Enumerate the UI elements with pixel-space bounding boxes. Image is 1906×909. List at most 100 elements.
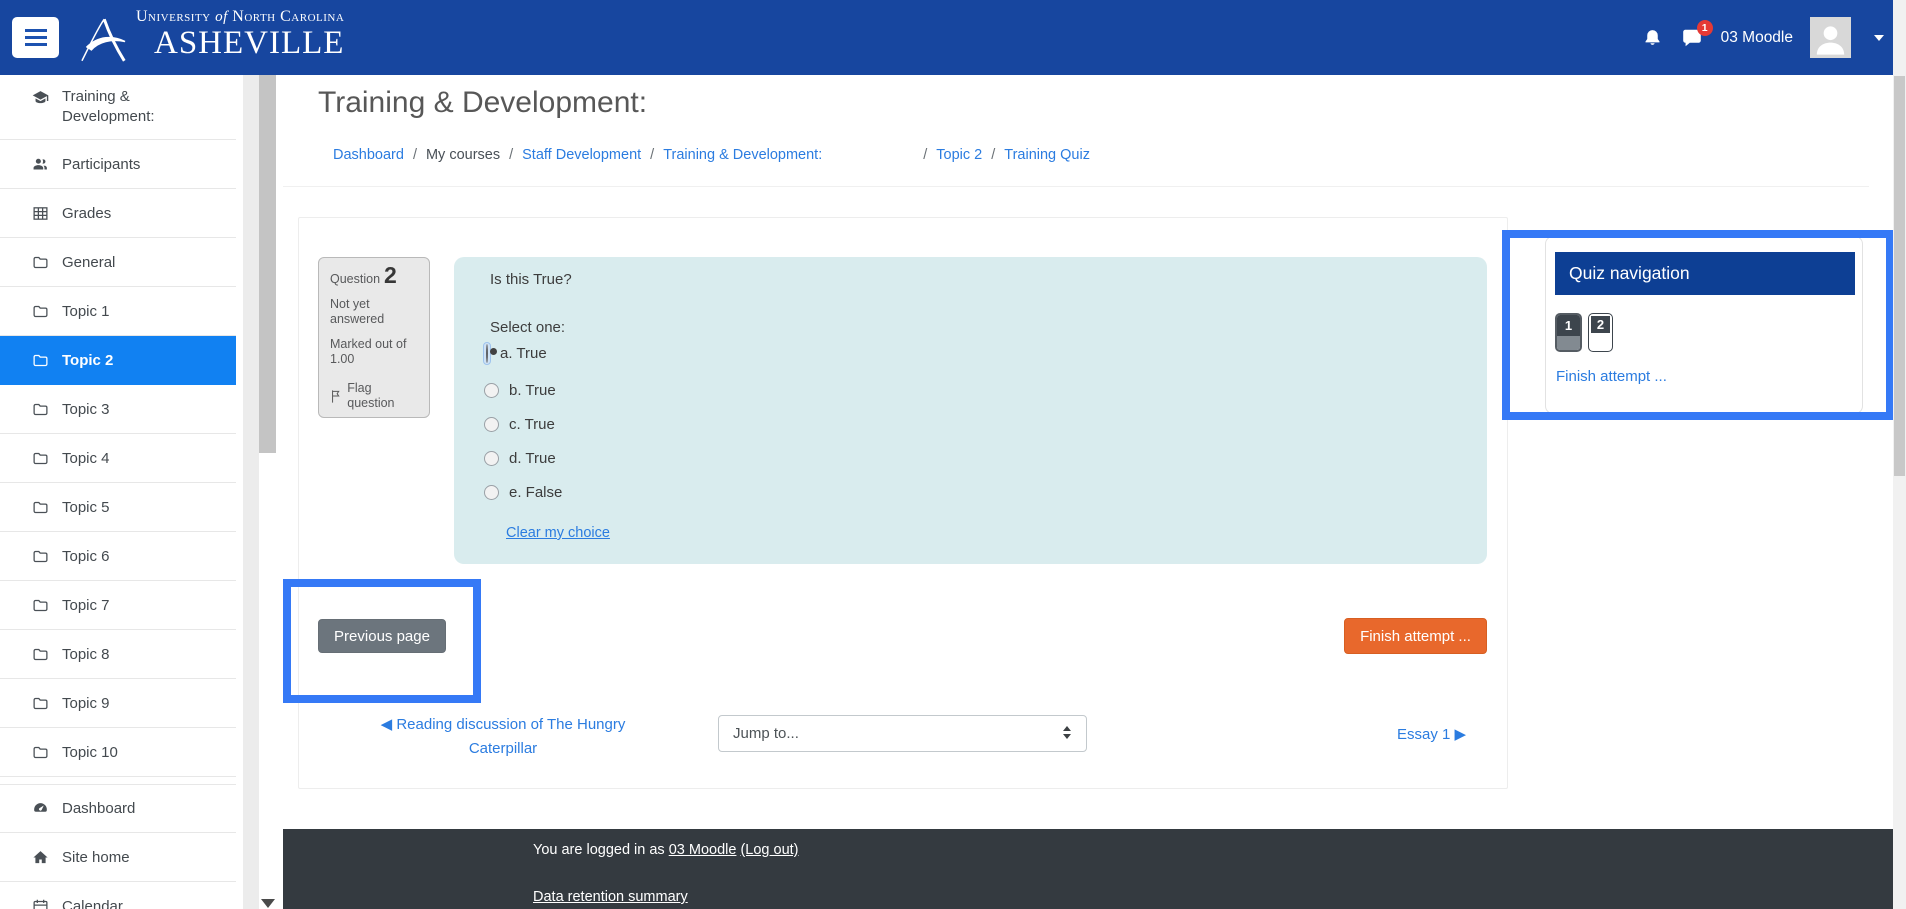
question-info-box: Question 2 Not yet answered Marked out of… — [318, 257, 430, 418]
logout-link[interactable]: (Log out) — [740, 842, 798, 858]
page-scrollbar-thumb[interactable] — [1894, 76, 1905, 476]
sidebar-item-site-home[interactable]: Site home — [0, 833, 236, 882]
select-one-prompt: Select one: — [490, 319, 565, 336]
sidebar-scrollbar-thumb[interactable] — [259, 75, 276, 453]
quiz-nav-question-2-button[interactable]: 2 — [1588, 313, 1613, 352]
question-formulation: Is this True? Select one: a. True b. Tru… — [454, 257, 1487, 564]
radio-checked-icon[interactable] — [486, 344, 488, 363]
sidebar-item-topic-2[interactable]: Topic 2 — [0, 336, 236, 385]
breadcrumb-training-development[interactable]: Training & Development: — [663, 147, 822, 163]
breadcrumb: Dashboard / My courses / Staff Developme… — [333, 147, 1090, 163]
answer-option-c[interactable]: c. True — [484, 416, 555, 433]
sidebar-item-participants[interactable]: Participants — [0, 140, 236, 189]
data-retention-link[interactable]: Data retention summary — [533, 889, 688, 905]
brand-line1: University of North Carolina — [136, 8, 344, 26]
answer-option-b[interactable]: b. True — [484, 382, 556, 399]
quiz-navigation-block: Quiz navigation 1 2 Finish attempt ... — [1545, 236, 1863, 414]
footer-user-link[interactable]: 03 Moodle — [669, 842, 737, 858]
folder-icon — [32, 499, 49, 516]
sidebar-item-dashboard[interactable]: Dashboard — [0, 784, 236, 833]
folder-icon — [32, 646, 49, 663]
logged-in-text: You are logged in as — [533, 842, 665, 858]
folder-icon — [32, 744, 49, 761]
folder-icon — [32, 695, 49, 712]
breadcrumb-training-quiz[interactable]: Training Quiz — [1004, 147, 1090, 163]
nav-drawer: Training & Development: Participants Gra… — [0, 75, 236, 909]
sidebar-item-topic-3[interactable]: Topic 3 — [0, 385, 236, 434]
sidebar-item-topic-5[interactable]: Topic 5 — [0, 483, 236, 532]
radio-icon[interactable] — [484, 485, 499, 500]
sidebar-scrollbar-track[interactable] — [243, 75, 259, 909]
question-marks: Marked out of — [330, 337, 406, 351]
unca-logo-mark — [76, 12, 128, 68]
flag-icon — [330, 389, 342, 404]
sidebar-item-topic-1[interactable]: Topic 1 — [0, 287, 236, 336]
answer-option-a[interactable]: a. True — [484, 343, 547, 364]
avatar[interactable] — [1810, 17, 1851, 58]
calendar-icon — [32, 898, 49, 909]
user-menu-caret-icon[interactable] — [1874, 35, 1884, 41]
radio-icon[interactable] — [484, 417, 499, 432]
clear-my-choice-link[interactable]: Clear my choice — [506, 525, 610, 541]
flag-question-link[interactable]: Flag question — [330, 381, 418, 412]
breadcrumb-staff-development[interactable]: Staff Development — [522, 147, 641, 163]
sidebar-item-topic-7[interactable]: Topic 7 — [0, 581, 236, 630]
top-navbar: University of North Carolina ASHEVILLE 1… — [0, 0, 1906, 75]
dashboard-icon — [32, 800, 49, 817]
sidebar-item-grades[interactable]: Grades — [0, 189, 236, 238]
breadcrumb-my-courses: My courses — [426, 147, 500, 163]
answer-option-d[interactable]: d. True — [484, 450, 556, 467]
answer-option-e[interactable]: e. False — [484, 484, 562, 501]
previous-page-button[interactable]: Previous page — [318, 619, 446, 653]
sidebar-item-calendar[interactable]: Calendar — [0, 882, 236, 909]
folder-icon — [32, 401, 49, 418]
page-scrollbar-track[interactable] — [1893, 0, 1906, 909]
sidebar-item-topic-9[interactable]: Topic 9 — [0, 679, 236, 728]
menu-toggle-button[interactable] — [12, 17, 59, 58]
scroll-down-arrow-icon[interactable] — [261, 899, 275, 908]
folder-icon — [32, 597, 49, 614]
question-number: 2 — [384, 262, 397, 288]
home-icon — [32, 849, 49, 866]
unca-logo[interactable]: University of North Carolina ASHEVILLE — [76, 8, 344, 68]
moodle-quiz-page: University of North Carolina ASHEVILLE 1… — [0, 0, 1906, 909]
sidebar-item-topic-6[interactable]: Topic 6 — [0, 532, 236, 581]
question-state: Not yet answered — [330, 297, 418, 328]
person-icon — [1810, 17, 1851, 58]
page-title: Training & Development: — [318, 86, 647, 120]
folder-icon — [32, 450, 49, 467]
brand-line2: ASHEVILLE — [154, 26, 344, 60]
sidebar-item-general[interactable]: General — [0, 238, 236, 287]
prev-arrow-icon: ◀ — [381, 716, 393, 733]
radio-icon[interactable] — [484, 383, 499, 398]
messages-button[interactable]: 1 — [1680, 27, 1704, 49]
quiz-attempt-region: Question 2 Not yet answered Marked out of… — [298, 217, 1508, 789]
bell-icon — [1642, 27, 1663, 49]
sidebar-item-topic-8[interactable]: Topic 8 — [0, 630, 236, 679]
question-label: Question — [330, 272, 380, 286]
folder-icon — [32, 352, 49, 369]
notifications-button[interactable] — [1642, 27, 1663, 49]
finish-attempt-button[interactable]: Finish attempt ... — [1344, 618, 1487, 654]
folder-icon — [32, 548, 49, 565]
quiz-nav-question-1-button[interactable]: 1 — [1555, 313, 1582, 352]
user-name: 03 Moodle — [1721, 29, 1793, 47]
sidebar-item-topic-10[interactable]: Topic 10 — [0, 728, 236, 777]
radio-icon[interactable] — [484, 451, 499, 466]
next-activity-link[interactable]: Essay 1 ▶ — [1397, 725, 1466, 743]
footer: You are logged in as 03 Moodle (Log out)… — [283, 829, 1893, 909]
message-count-badge: 1 — [1697, 20, 1713, 36]
question-text: Is this True? — [490, 271, 572, 288]
previous-activity-link[interactable]: ◀ Reading discussion of The Hungry Cater… — [368, 713, 638, 761]
finish-attempt-link[interactable]: Finish attempt ... — [1556, 368, 1667, 385]
grades-table-icon — [32, 205, 49, 222]
breadcrumb-topic-2[interactable]: Topic 2 — [936, 147, 982, 163]
folder-icon — [32, 303, 49, 320]
graduation-cap-icon — [32, 89, 49, 106]
users-icon — [32, 156, 49, 173]
hamburger-icon — [25, 29, 47, 32]
sidebar-item-topic-4[interactable]: Topic 4 — [0, 434, 236, 483]
jump-to-select[interactable]: Jump to... — [718, 715, 1087, 752]
sidebar-item-training-development[interactable]: Training & Development: — [0, 75, 236, 140]
breadcrumb-dashboard[interactable]: Dashboard — [333, 147, 404, 163]
